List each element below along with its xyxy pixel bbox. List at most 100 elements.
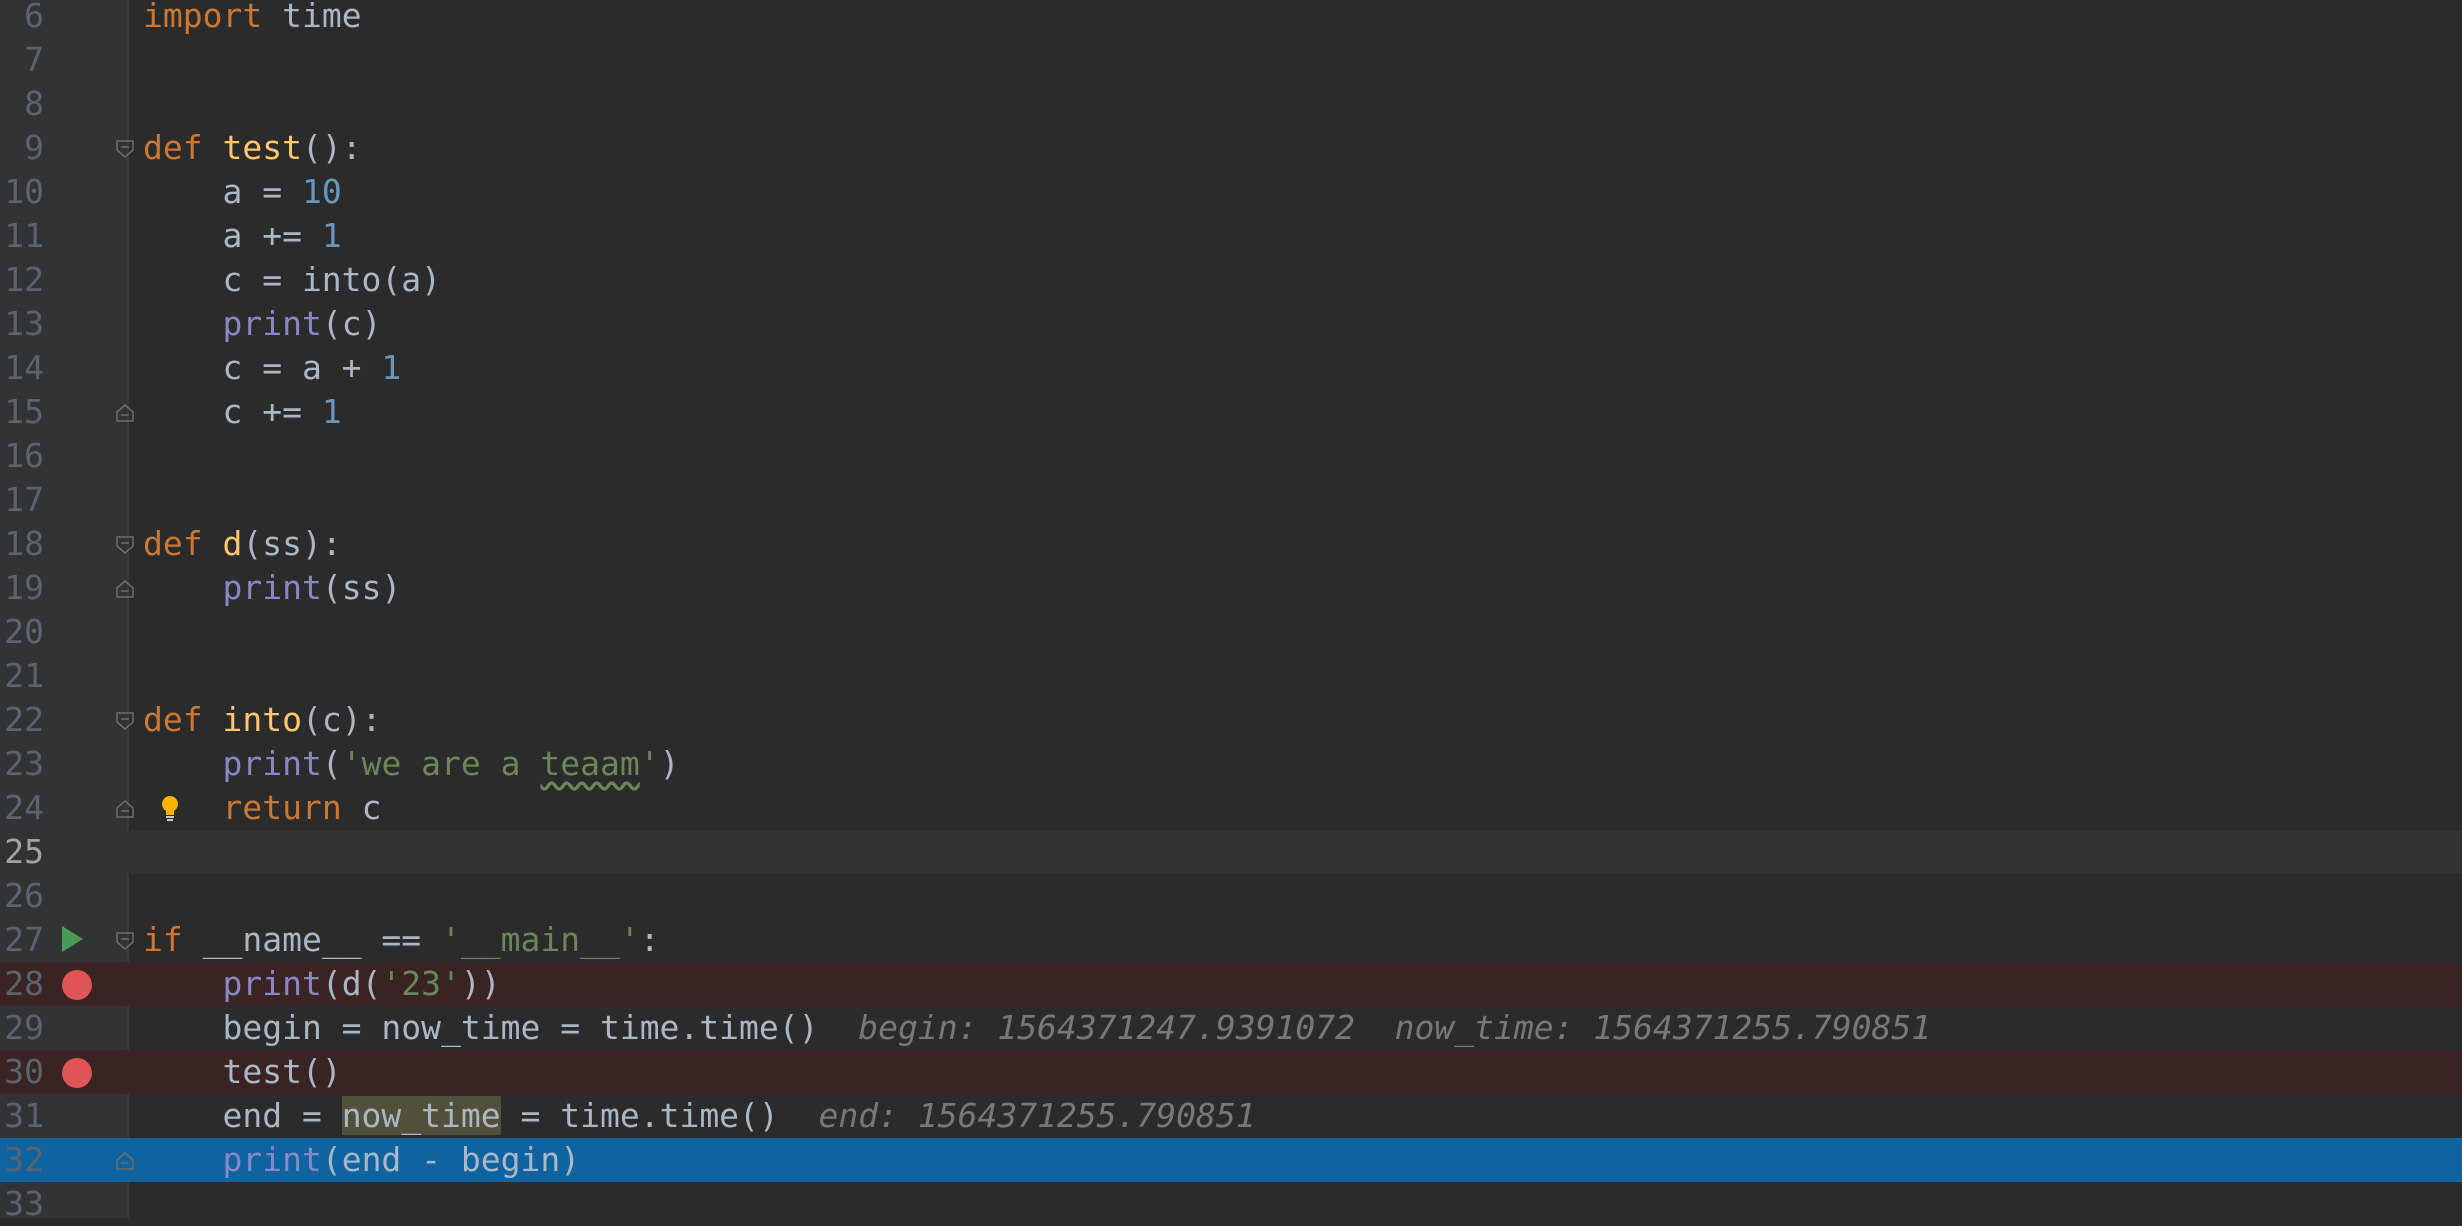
code-token: c = a +: [143, 348, 382, 387]
code-token: now_time: [341, 1096, 501, 1135]
code-text[interactable]: return c: [143, 786, 381, 830]
line-number[interactable]: 21: [0, 654, 44, 698]
code-line[interactable]: 19 print(ss): [0, 566, 2462, 610]
line-number[interactable]: 7: [0, 38, 44, 82]
code-text[interactable]: c += 1: [143, 390, 342, 434]
line-number[interactable]: 13: [0, 302, 44, 346]
code-text[interactable]: print('we are a teaam'): [143, 742, 679, 786]
code-line[interactable]: 10 a = 10: [0, 170, 2462, 214]
fold-start-icon[interactable]: [116, 712, 134, 730]
code-line[interactable]: 16: [0, 434, 2462, 478]
code-text[interactable]: def into(c):: [143, 698, 381, 742]
code-line[interactable]: 7: [0, 38, 2462, 82]
code-line[interactable]: 14 c = a + 1: [0, 346, 2462, 390]
code-line[interactable]: 11 a += 1: [0, 214, 2462, 258]
code-line[interactable]: 29 begin = now_time = time.time() begin:…: [0, 1006, 2462, 1050]
line-number[interactable]: 32: [0, 1138, 44, 1182]
line-number[interactable]: 18: [0, 522, 44, 566]
code-line[interactable]: 17: [0, 478, 2462, 522]
line-number[interactable]: 27: [0, 918, 44, 962]
line-number[interactable]: 8: [0, 82, 44, 126]
fold-start-icon[interactable]: [116, 932, 134, 950]
code-line[interactable]: 28 print(d('23')): [0, 962, 2462, 1006]
line-number[interactable]: 9: [0, 126, 44, 170]
code-text[interactable]: print(d('23')): [143, 962, 500, 1006]
line-number[interactable]: 17: [0, 478, 44, 522]
line-number[interactable]: 12: [0, 258, 44, 302]
code-token: return: [222, 788, 342, 827]
code-line[interactable]: 12 c = into(a): [0, 258, 2462, 302]
code-text[interactable]: print(end - begin): [143, 1138, 580, 1182]
code-text[interactable]: print(ss): [143, 566, 401, 610]
code-line[interactable]: 18 def d(ss):: [0, 522, 2462, 566]
code-text[interactable]: if __name__ == '__main__':: [143, 918, 660, 962]
line-number[interactable]: 11: [0, 214, 44, 258]
code-token: ): [659, 744, 680, 783]
code-line[interactable]: 25: [0, 830, 2462, 874]
line-number[interactable]: 14: [0, 346, 44, 390]
code-editor[interactable]: 6 import time 7 8 9 def test(): 10 a = 10 11 a …: [0, 0, 2462, 1223]
code-text[interactable]: a = 10: [143, 170, 341, 214]
code-token: (d(: [321, 964, 382, 1003]
code-text[interactable]: def test():: [143, 126, 362, 170]
fold-end-icon[interactable]: [116, 404, 134, 422]
line-number[interactable]: 15: [0, 390, 44, 434]
line-number[interactable]: 30: [0, 1050, 44, 1094]
line-number[interactable]: 22: [0, 698, 44, 742]
line-number[interactable]: 6: [0, 0, 44, 38]
code-line[interactable]: 9 def test():: [0, 126, 2462, 170]
code-token: teaam: [540, 744, 640, 783]
code-line[interactable]: 22 def into(c):: [0, 698, 2462, 742]
code-token: def: [143, 700, 203, 739]
code-text[interactable]: c = a + 1: [143, 346, 401, 390]
code-text[interactable]: print(c): [143, 302, 381, 346]
line-number[interactable]: 29: [0, 1006, 44, 1050]
code-line[interactable]: 30 test(): [0, 1050, 2462, 1094]
code-line[interactable]: 27 if __name__ == '__main__':: [0, 918, 2462, 962]
code-text[interactable]: c = into(a): [143, 258, 441, 302]
code-line[interactable]: 26: [0, 874, 2462, 918]
code-line[interactable]: 8: [0, 82, 2462, 126]
fold-end-icon[interactable]: [116, 1152, 134, 1170]
line-number[interactable]: 24: [0, 786, 44, 830]
line-number[interactable]: 16: [0, 434, 44, 478]
line-number[interactable]: 26: [0, 874, 44, 918]
breakpoint-icon[interactable]: [62, 970, 92, 1000]
line-number[interactable]: 25: [0, 830, 44, 874]
inline-debug-value: begin: 1564371247.9391072 now_time: 1564…: [818, 1008, 1932, 1047]
code-token: 1: [321, 392, 342, 431]
code-line[interactable]: 6 import time: [0, 0, 2462, 38]
code-text[interactable]: a += 1: [143, 214, 341, 258]
line-number[interactable]: 33: [0, 1182, 44, 1226]
line-number[interactable]: 31: [0, 1094, 44, 1138]
line-number[interactable]: 19: [0, 566, 44, 610]
code-line[interactable]: 13 print(c): [0, 302, 2462, 346]
code-line[interactable]: 32 print(end - begin): [0, 1138, 2462, 1182]
fold-start-icon[interactable]: [116, 536, 134, 554]
code-text[interactable]: def d(ss):: [143, 522, 342, 566]
line-number[interactable]: 23: [0, 742, 44, 786]
code-text[interactable]: import time: [143, 0, 362, 38]
code-line[interactable]: 31 end = now_time = time.time() end: 156…: [0, 1094, 2462, 1138]
code-line[interactable]: 15 c += 1: [0, 390, 2462, 434]
code-text[interactable]: begin = now_time = time.time() begin: 15…: [143, 1006, 1931, 1050]
code-line[interactable]: 21: [0, 654, 2462, 698]
run-icon[interactable]: [62, 926, 83, 952]
code-text[interactable]: test(): [143, 1050, 341, 1094]
code-token: def: [143, 128, 203, 167]
fold-start-icon[interactable]: [116, 140, 134, 158]
code-line[interactable]: 20: [0, 610, 2462, 654]
fold-end-icon[interactable]: [116, 580, 134, 598]
breakpoint-icon[interactable]: [62, 1058, 92, 1088]
code-text[interactable]: end = now_time = time.time() end: 156437…: [143, 1094, 1256, 1138]
line-number[interactable]: 20: [0, 610, 44, 654]
line-number[interactable]: 10: [0, 170, 44, 214]
fold-end-icon[interactable]: [116, 800, 134, 818]
code-line[interactable]: 24 return c: [0, 786, 2462, 830]
code-line[interactable]: 23 print('we are a teaam'): [0, 742, 2462, 786]
line-number[interactable]: 28: [0, 962, 44, 1006]
code-line[interactable]: 33: [0, 1182, 2462, 1226]
